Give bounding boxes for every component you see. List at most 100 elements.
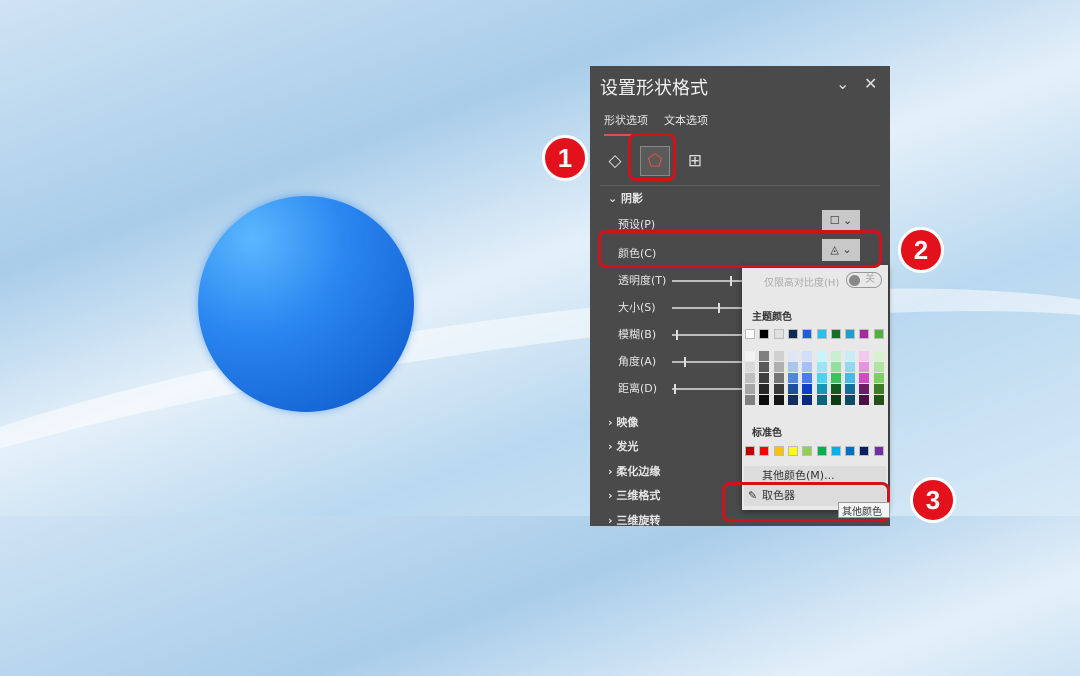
- shade-color-swatch[interactable]: [859, 384, 870, 394]
- step-badge-2: 2: [898, 227, 944, 273]
- section-shadow[interactable]: ⌄ 阴影: [608, 190, 643, 206]
- step-badge-1: 1: [542, 135, 588, 181]
- shade-color-swatch[interactable]: [802, 384, 813, 394]
- shade-color-swatch[interactable]: [859, 373, 870, 383]
- standard-color-swatch[interactable]: [873, 446, 884, 456]
- theme-color-swatch[interactable]: [830, 329, 841, 339]
- shade-color-swatch[interactable]: [745, 395, 755, 405]
- section-reflection[interactable]: › 映像: [608, 414, 638, 430]
- shade-color-swatch[interactable]: [830, 373, 841, 383]
- shade-color-swatch[interactable]: [873, 395, 884, 405]
- shade-color-swatch[interactable]: [787, 373, 798, 383]
- shade-color-swatch[interactable]: [802, 373, 813, 383]
- shade-color-swatch[interactable]: [859, 362, 870, 372]
- blur-slider[interactable]: [672, 330, 742, 340]
- shade-color-swatch[interactable]: [830, 351, 841, 361]
- shade-color-swatch[interactable]: [845, 362, 856, 372]
- shade-color-swatch[interactable]: [745, 362, 755, 372]
- shade-color-swatch[interactable]: [773, 373, 784, 383]
- background-swoosh: [0, 223, 1080, 676]
- shade-color-swatch[interactable]: [787, 395, 798, 405]
- shade-color-swatch[interactable]: [802, 395, 813, 405]
- standard-color-swatch[interactable]: [745, 446, 755, 456]
- shade-color-swatch[interactable]: [773, 362, 784, 372]
- shade-color-swatch[interactable]: [873, 362, 884, 372]
- section-3d-rotation[interactable]: › 三维旋转: [608, 512, 660, 528]
- theme-color-swatch[interactable]: [745, 329, 755, 339]
- shade-color-swatch[interactable]: [773, 351, 784, 361]
- shade-color-swatch[interactable]: [816, 351, 827, 361]
- theme-color-swatch[interactable]: [759, 329, 770, 339]
- shade-color-swatch[interactable]: [845, 351, 856, 361]
- shade-color-swatch[interactable]: [759, 384, 770, 394]
- shade-color-swatch[interactable]: [787, 362, 798, 372]
- shade-color-swatch[interactable]: [873, 384, 884, 394]
- color-picker-popup: 仅限高对比度(H) 关 主题颜色 标准色 其他颜色(M)... ✎ 取色器: [742, 265, 888, 510]
- standard-color-swatch[interactable]: [816, 446, 827, 456]
- theme-color-swatch[interactable]: [845, 329, 856, 339]
- highlight-effects: [628, 133, 676, 181]
- shade-color-swatch[interactable]: [802, 351, 813, 361]
- preset-dropdown[interactable]: ☐ ⌄: [822, 210, 860, 232]
- high-contrast-toggle[interactable]: 关: [846, 272, 882, 288]
- shade-color-swatch[interactable]: [845, 373, 856, 383]
- standard-color-swatch[interactable]: [787, 446, 798, 456]
- shade-color-swatch[interactable]: [759, 362, 770, 372]
- shade-color-swatch[interactable]: [816, 373, 827, 383]
- shade-color-swatch[interactable]: [802, 362, 813, 372]
- section-3d-format[interactable]: › 三维格式: [608, 487, 660, 503]
- chevron-down-icon[interactable]: ⌄: [836, 74, 849, 93]
- theme-color-swatch[interactable]: [787, 329, 798, 339]
- shade-color-swatch[interactable]: [816, 395, 827, 405]
- shade-color-swatch[interactable]: [830, 384, 841, 394]
- pane-title: 设置形状格式: [600, 78, 708, 99]
- angle-slider[interactable]: [672, 357, 742, 367]
- transparency-slider[interactable]: [672, 276, 742, 286]
- size-slider[interactable]: [672, 303, 742, 313]
- blue-circle-shape[interactable]: [198, 196, 414, 412]
- shade-color-swatch[interactable]: [759, 351, 770, 361]
- shade-color-swatch[interactable]: [873, 351, 884, 361]
- tab-text-options[interactable]: 文本选项: [664, 112, 708, 136]
- theme-color-swatch[interactable]: [802, 329, 813, 339]
- shade-color-swatch[interactable]: [773, 384, 784, 394]
- standard-color-swatch[interactable]: [845, 446, 856, 456]
- theme-color-swatch[interactable]: [816, 329, 827, 339]
- shade-color-swatch[interactable]: [759, 395, 770, 405]
- shade-color-swatch[interactable]: [845, 395, 856, 405]
- shade-color-swatch[interactable]: [787, 351, 798, 361]
- theme-color-swatch[interactable]: [773, 329, 784, 339]
- standard-color-swatch[interactable]: [859, 446, 870, 456]
- shade-color-swatch[interactable]: [873, 373, 884, 383]
- section-glow[interactable]: › 发光: [608, 438, 638, 454]
- shade-color-swatch[interactable]: [816, 384, 827, 394]
- shade-color-swatch[interactable]: [759, 373, 770, 383]
- standard-color-swatch[interactable]: [830, 446, 841, 456]
- shade-color-swatch[interactable]: [845, 384, 856, 394]
- shade-color-swatch[interactable]: [745, 351, 755, 361]
- close-icon[interactable]: ✕: [864, 74, 877, 93]
- distance-slider[interactable]: [672, 384, 742, 394]
- shade-color-swatch[interactable]: [859, 351, 870, 361]
- shade-color-swatch[interactable]: [830, 395, 841, 405]
- theme-color-swatch[interactable]: [873, 329, 884, 339]
- standard-color-swatch[interactable]: [773, 446, 784, 456]
- shade-color-swatch[interactable]: [859, 395, 870, 405]
- divider: [600, 185, 880, 186]
- slider-label: 角度(A): [618, 355, 657, 368]
- slider-label: 模糊(B): [618, 328, 657, 341]
- shade-color-swatch[interactable]: [787, 384, 798, 394]
- shade-color-swatch[interactable]: [816, 362, 827, 372]
- shade-color-swatch[interactable]: [830, 362, 841, 372]
- slider-label: 大小(S): [618, 301, 656, 314]
- section-soft-edges[interactable]: › 柔化边缘: [608, 463, 660, 479]
- shade-color-swatch[interactable]: [773, 395, 784, 405]
- theme-color-swatch[interactable]: [859, 329, 870, 339]
- slider-label: 透明度(T): [618, 274, 667, 287]
- standard-color-swatch[interactable]: [802, 446, 813, 456]
- shade-color-swatch[interactable]: [745, 384, 755, 394]
- standard-color-swatch[interactable]: [759, 446, 770, 456]
- fill-line-icon[interactable]: ◇: [604, 150, 626, 172]
- shade-color-swatch[interactable]: [745, 373, 755, 383]
- size-properties-icon[interactable]: ⊞: [684, 150, 706, 172]
